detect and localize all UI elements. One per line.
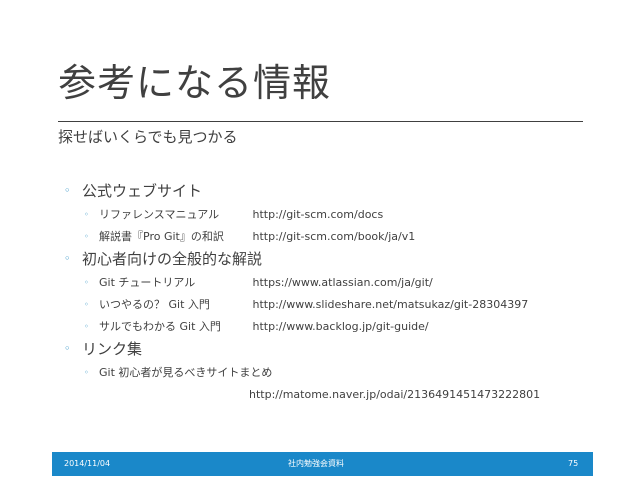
- bullet-icon: ◦: [64, 342, 71, 355]
- section-heading-label: リンク集: [82, 340, 143, 358]
- item-label: 解説書『Pro Git』の和訳: [99, 230, 224, 243]
- item-label: リファレンスマニュアル: [99, 208, 220, 221]
- item-link[interactable]: http://www.backlog.jp/git-guide/: [253, 320, 429, 333]
- section-heading-beginner: ◦ 初心者向けの全般的な解説: [64, 248, 604, 270]
- list-item: ◦ リファレンスマニュアル http://git-scm.com/docs: [64, 204, 604, 226]
- item-label: Git チュートリアル: [99, 276, 196, 289]
- list-item: ◦ Git チュートリアル https://www.atlassian.com/…: [64, 272, 604, 294]
- item-link[interactable]: http://git-scm.com/docs: [253, 208, 384, 221]
- item-label: Git 初心者が見るべきサイトまとめ: [99, 366, 273, 379]
- item-label: いつやるの？ Git 入門: [99, 298, 210, 311]
- content-list: ◦ 公式ウェブサイト ◦ リファレンスマニュアル http://git-scm.…: [64, 180, 604, 406]
- section-heading-links: ◦ リンク集: [64, 338, 604, 360]
- list-item: ◦ 解説書『Pro Git』の和訳 http://git-scm.com/boo…: [64, 226, 604, 248]
- page-number: 75: [568, 459, 579, 468]
- bullet-icon: ◦: [84, 322, 89, 331]
- section-heading-official: ◦ 公式ウェブサイト: [64, 180, 604, 202]
- footer-date: 2014/11/04: [64, 459, 111, 468]
- item-link[interactable]: http://www.slideshare.net/matsukaz/git-2…: [253, 298, 529, 311]
- list-item: ◦ サルでもわかる Git 入門 http://www.backlog.jp/g…: [64, 316, 604, 338]
- section-heading-label: 公式ウェブサイト: [82, 182, 203, 200]
- title-divider: [58, 121, 583, 122]
- bullet-icon: ◦: [84, 232, 89, 241]
- list-item-url-row: http://matome.naver.jp/odai/213649145147…: [64, 384, 604, 406]
- slide: 参考になる情報 探せばいくらでも見つかる ◦ 公式ウェブサイト ◦ リファレンス…: [0, 0, 638, 479]
- bullet-icon: ◦: [84, 300, 89, 309]
- footer-center-text: 社内勉強会資料: [288, 459, 344, 468]
- item-label: サルでもわかる Git 入門: [99, 320, 221, 333]
- list-item: ◦ いつやるの？ Git 入門 http://www.slideshare.ne…: [64, 294, 604, 316]
- item-link[interactable]: https://www.atlassian.com/ja/git/: [253, 276, 433, 289]
- bullet-icon: ◦: [84, 278, 89, 287]
- slide-subtitle: 探せばいくらでも見つかる: [58, 128, 238, 146]
- section-heading-label: 初心者向けの全般的な解説: [82, 250, 263, 268]
- item-link[interactable]: http://git-scm.com/book/ja/v1: [253, 230, 416, 243]
- bullet-icon: ◦: [84, 368, 89, 377]
- list-item: ◦ Git 初心者が見るべきサイトまとめ: [64, 362, 604, 384]
- bullet-icon: ◦: [64, 252, 71, 265]
- bullet-icon: ◦: [64, 184, 71, 197]
- bullet-icon: ◦: [84, 210, 89, 219]
- slide-title: 参考になる情報: [58, 61, 332, 105]
- item-link[interactable]: http://matome.naver.jp/odai/213649145147…: [249, 388, 540, 401]
